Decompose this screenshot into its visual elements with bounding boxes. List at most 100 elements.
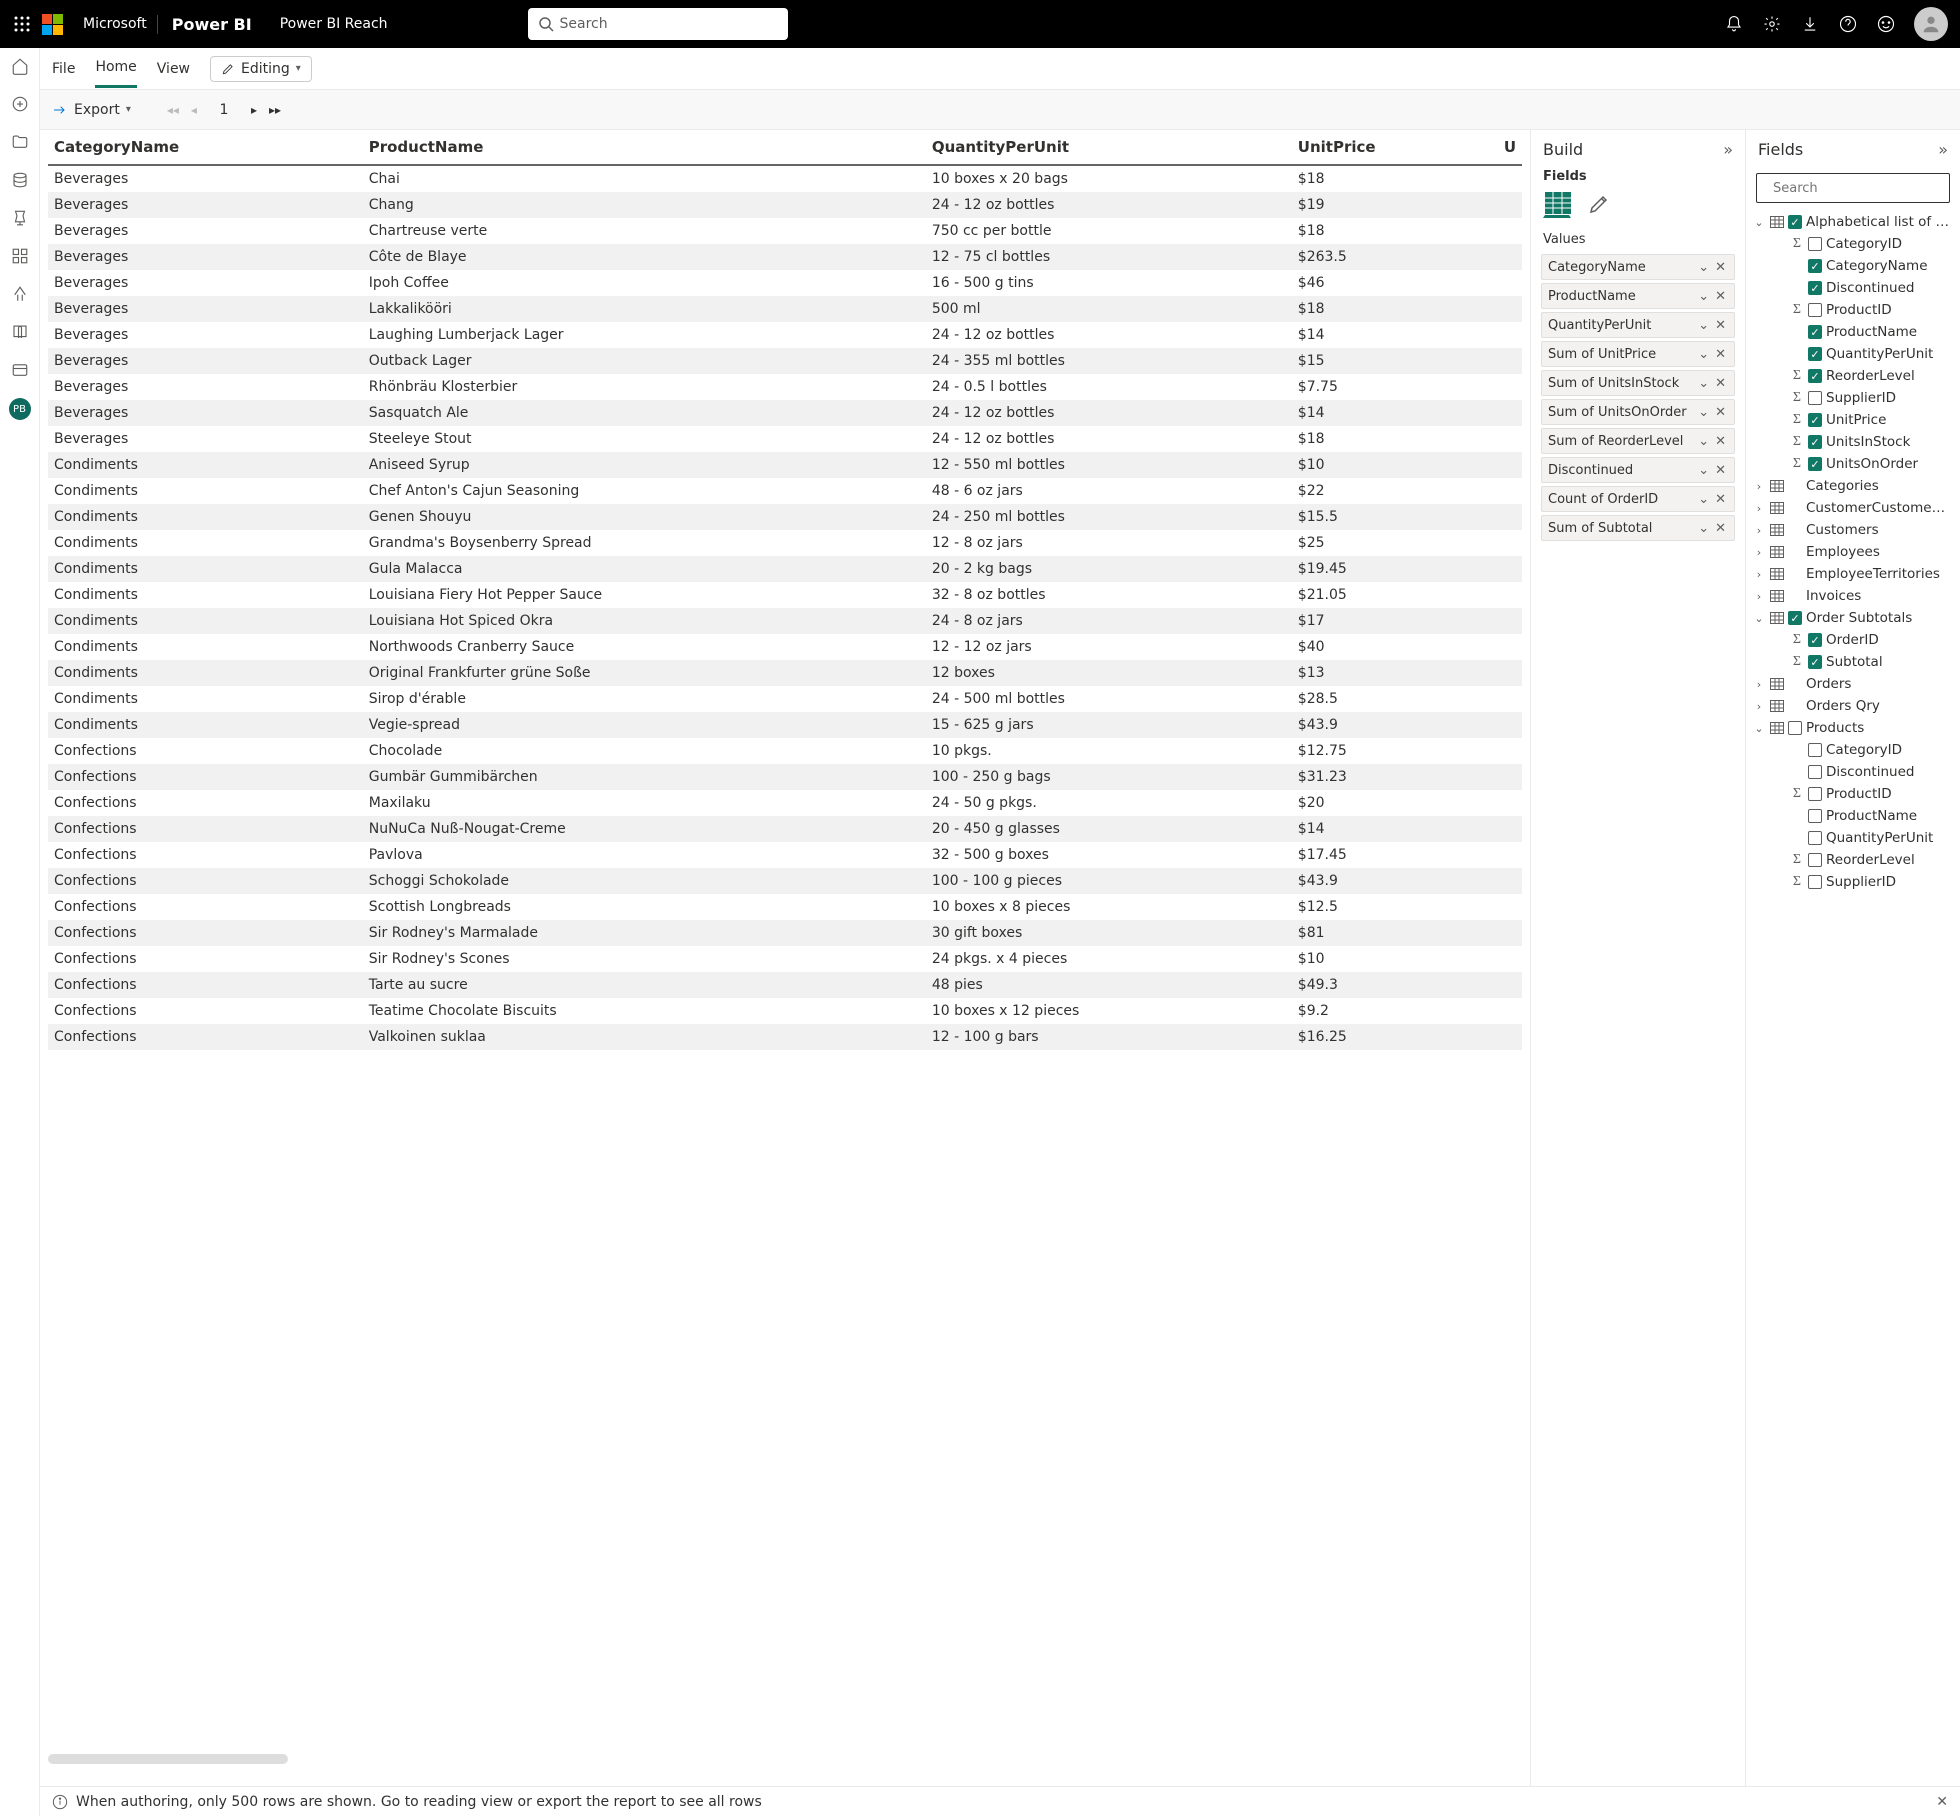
data-hub-icon[interactable] — [10, 170, 30, 190]
home-icon[interactable] — [10, 56, 30, 76]
table-row[interactable]: ConfectionsGumbär Gummibärchen100 - 250 … — [48, 764, 1522, 790]
checkbox[interactable] — [1808, 853, 1822, 867]
field-node[interactable]: Σ✓UnitsInStock — [1746, 431, 1960, 453]
table-row[interactable]: CondimentsLouisiana Fiery Hot Pepper Sau… — [48, 582, 1522, 608]
chevron-down-icon[interactable]: ⌄ — [1694, 376, 1713, 391]
field-node[interactable]: ΣReorderLevel — [1746, 849, 1960, 871]
expand-icon[interactable]: › — [1752, 524, 1766, 537]
editing-mode-button[interactable]: Editing ▾ — [210, 56, 312, 82]
field-node[interactable]: ΣSupplierID — [1746, 871, 1960, 893]
table-row[interactable]: ConfectionsScottish Longbreads10 boxes x… — [48, 894, 1522, 920]
field-node[interactable]: Σ✓ReorderLevel — [1746, 365, 1960, 387]
remove-icon[interactable]: ✕ — [1713, 289, 1728, 304]
next-page-button[interactable]: ▸ — [251, 103, 257, 117]
remove-icon[interactable]: ✕ — [1713, 318, 1728, 333]
settings-icon[interactable] — [1762, 14, 1782, 34]
menu-home[interactable]: Home — [95, 49, 136, 88]
field-node[interactable]: ✓Discontinued — [1746, 277, 1960, 299]
global-search[interactable]: Search — [528, 8, 788, 40]
remove-icon[interactable]: ✕ — [1713, 260, 1728, 275]
field-node[interactable]: ✓ProductName — [1746, 321, 1960, 343]
table-row[interactable]: CondimentsOriginal Frankfurter grüne Soß… — [48, 660, 1522, 686]
table-row[interactable]: CondimentsLouisiana Hot Spiced Okra24 - … — [48, 608, 1522, 634]
table-row[interactable]: BeveragesOutback Lager24 - 355 ml bottle… — [48, 348, 1522, 374]
field-node[interactable]: Σ✓UnitsOnOrder — [1746, 453, 1960, 475]
field-node[interactable]: QuantityPerUnit — [1746, 827, 1960, 849]
table-row[interactable]: BeveragesRhönbräu Klosterbier24 - 0.5 l … — [48, 374, 1522, 400]
column-header[interactable]: UnitPrice — [1292, 130, 1498, 165]
chevron-down-icon[interactable]: ⌄ — [1694, 347, 1713, 362]
table-row[interactable]: CondimentsGula Malacca20 - 2 kg bags$19.… — [48, 556, 1522, 582]
field-node[interactable]: ΣProductID — [1746, 299, 1960, 321]
table-node[interactable]: ›CustomerCustomerDe... — [1746, 497, 1960, 519]
checkbox[interactable] — [1808, 237, 1822, 251]
table-node[interactable]: ›Orders — [1746, 673, 1960, 695]
chevron-down-icon[interactable]: ⌄ — [1694, 434, 1713, 449]
table-row[interactable]: CondimentsGrandma's Boysenberry Spread12… — [48, 530, 1522, 556]
table-row[interactable]: BeveragesCôte de Blaye12 - 75 cl bottles… — [48, 244, 1522, 270]
user-avatar[interactable] — [1914, 7, 1948, 41]
field-node[interactable]: CategoryID — [1746, 739, 1960, 761]
field-node[interactable]: ΣSupplierID — [1746, 387, 1960, 409]
collapse-fields-icon[interactable]: » — [1938, 140, 1948, 159]
format-visual-icon[interactable] — [1585, 190, 1613, 218]
table-row[interactable]: BeveragesLakkalikööri500 ml$18 — [48, 296, 1522, 322]
table-node[interactable]: ›Employees — [1746, 541, 1960, 563]
table-row[interactable]: ConfectionsTarte au sucre48 pies$49.3 — [48, 972, 1522, 998]
value-pill[interactable]: CategoryName⌄✕ — [1541, 254, 1735, 280]
last-page-button[interactable]: ▸▸ — [269, 103, 281, 117]
menu-view[interactable]: View — [157, 51, 190, 87]
expand-icon[interactable]: ⌄ — [1752, 216, 1766, 229]
value-pill[interactable]: Sum of UnitPrice⌄✕ — [1541, 341, 1735, 367]
expand-icon[interactable]: › — [1752, 678, 1766, 691]
waffle-icon[interactable] — [12, 14, 32, 34]
column-header[interactable]: QuantityPerUnit — [926, 130, 1292, 165]
fields-search[interactable] — [1756, 173, 1950, 203]
column-header[interactable]: U — [1498, 130, 1522, 165]
table-row[interactable]: ConfectionsPavlova32 - 500 g boxes$17.45 — [48, 842, 1522, 868]
table-row[interactable]: BeveragesChai10 boxes x 20 bags$18 — [48, 165, 1522, 192]
expand-icon[interactable]: › — [1752, 480, 1766, 493]
value-pill[interactable]: Sum of UnitsInStock⌄✕ — [1541, 370, 1735, 396]
chevron-down-icon[interactable]: ⌄ — [1694, 521, 1713, 536]
table-row[interactable]: ConfectionsTeatime Chocolate Biscuits10 … — [48, 998, 1522, 1024]
checkbox[interactable]: ✓ — [1808, 281, 1822, 295]
remove-icon[interactable]: ✕ — [1713, 492, 1728, 507]
table-node[interactable]: ›Categories — [1746, 475, 1960, 497]
table-row[interactable]: ConfectionsSir Rodney's Marmalade30 gift… — [48, 920, 1522, 946]
table-node[interactable]: ›Orders Qry — [1746, 695, 1960, 717]
workspace-name[interactable]: Power BI Reach — [266, 16, 388, 32]
checkbox[interactable]: ✓ — [1808, 259, 1822, 273]
field-node[interactable]: ProductName — [1746, 805, 1960, 827]
checkbox[interactable] — [1808, 831, 1822, 845]
table-node[interactable]: ›Invoices — [1746, 585, 1960, 607]
table-node[interactable]: ⌄Products — [1746, 717, 1960, 739]
browse-icon[interactable] — [10, 132, 30, 152]
table-row[interactable]: ConfectionsMaxilaku24 - 50 g pkgs.$20 — [48, 790, 1522, 816]
checkbox[interactable] — [1808, 303, 1822, 317]
expand-icon[interactable]: › — [1752, 700, 1766, 713]
remove-icon[interactable]: ✕ — [1713, 434, 1728, 449]
table-row[interactable]: CondimentsVegie-spread15 - 625 g jars$43… — [48, 712, 1522, 738]
checkbox[interactable] — [1808, 875, 1822, 889]
value-pill[interactable]: Count of OrderID⌄✕ — [1541, 486, 1735, 512]
table-row[interactable]: CondimentsAniseed Syrup12 - 550 ml bottl… — [48, 452, 1522, 478]
chevron-down-icon[interactable]: ⌄ — [1694, 318, 1713, 333]
checkbox[interactable]: ✓ — [1788, 215, 1802, 229]
remove-icon[interactable]: ✕ — [1713, 376, 1728, 391]
table-node[interactable]: ⌄✓Order Subtotals — [1746, 607, 1960, 629]
menu-file[interactable]: File — [52, 51, 75, 87]
metrics-icon[interactable] — [10, 208, 30, 228]
fields-search-input[interactable] — [1771, 180, 1945, 197]
table-row[interactable]: BeveragesSasquatch Ale24 - 12 oz bottles… — [48, 400, 1522, 426]
feedback-icon[interactable] — [1876, 14, 1896, 34]
checkbox[interactable] — [1808, 809, 1822, 823]
table-row[interactable]: CondimentsGenen Shouyu24 - 250 ml bottle… — [48, 504, 1522, 530]
field-node[interactable]: ✓QuantityPerUnit — [1746, 343, 1960, 365]
prev-page-button[interactable]: ◂ — [191, 103, 197, 117]
checkbox[interactable] — [1808, 787, 1822, 801]
close-info-icon[interactable]: ✕ — [1936, 1794, 1948, 1810]
checkbox[interactable] — [1808, 391, 1822, 405]
expand-icon[interactable]: › — [1752, 568, 1766, 581]
checkbox[interactable] — [1808, 765, 1822, 779]
